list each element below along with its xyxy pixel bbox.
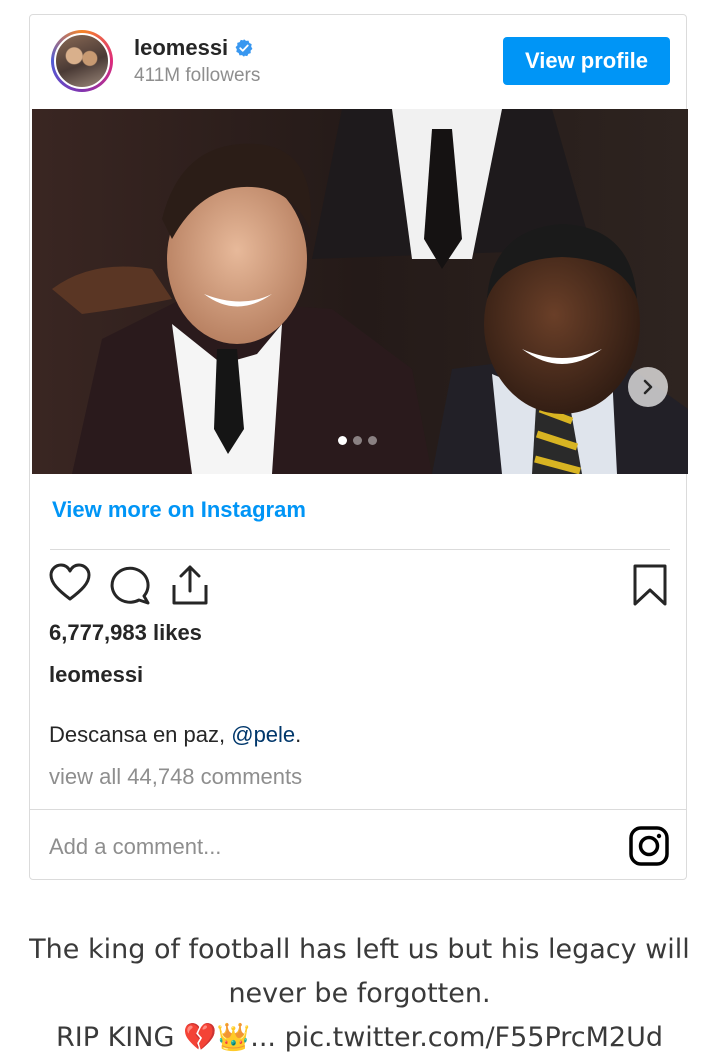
post-photo[interactable] (32, 109, 688, 474)
bookmark-icon[interactable] (632, 563, 668, 607)
caption-mention[interactable]: @pele (231, 722, 295, 747)
view-comments-link[interactable]: view all 44,748 comments (49, 764, 302, 790)
tweet-line: RIP KING 💔👑... pic.twitter.com/F55PrcM2U… (0, 1016, 719, 1060)
tweet-line: never be forgotten. (228, 978, 491, 1009)
post-caption: Descansa en paz, @pele. (49, 722, 301, 748)
share-icon[interactable] (170, 563, 210, 607)
instagram-embed-card: leomessi 411M followers View profile Vie… (29, 14, 688, 880)
caption-end: . (295, 722, 302, 747)
post-header: leomessi 411M followers View profile (30, 15, 686, 109)
follower-count: 411M followers (134, 65, 261, 86)
divider (50, 549, 670, 550)
avatar-story-ring[interactable] (51, 30, 113, 92)
verified-badge-icon (235, 39, 253, 57)
carousel-dot (368, 436, 377, 445)
post-photo-illustration (32, 109, 688, 474)
like-count[interactable]: 6,777,983 likes (49, 620, 202, 646)
caption-text: Descansa en paz, (49, 722, 232, 747)
chevron-right-icon (643, 379, 653, 395)
instagram-logo-icon[interactable] (628, 825, 670, 867)
action-bar (48, 563, 672, 607)
view-more-link[interactable]: View more on Instagram (52, 497, 306, 523)
carousel-dot (338, 436, 347, 445)
comment-bubble-icon[interactable] (108, 563, 152, 605)
tweet-line: The king of football has left us but his… (29, 934, 690, 965)
avatar (54, 33, 110, 89)
username-row: leomessi (134, 35, 254, 61)
divider (30, 809, 686, 810)
tweet-text: The king of football has left us but his… (0, 928, 719, 1060)
tweet-text-segment: RIP KING (56, 1022, 183, 1053)
caption-username[interactable]: leomessi (49, 662, 143, 688)
carousel-next-button[interactable] (628, 367, 668, 407)
carousel-dot (353, 436, 362, 445)
add-comment-input[interactable]: Add a comment... (49, 834, 221, 860)
tweet-emoji: 💔👑 (182, 1022, 251, 1053)
view-profile-button[interactable]: View profile (503, 37, 670, 85)
carousel-indicator (338, 436, 377, 445)
tweet-link[interactable]: ... pic.twitter.com/F55PrcM2Ud (250, 1022, 663, 1053)
heart-icon[interactable] (48, 563, 92, 603)
profile-username[interactable]: leomessi (134, 35, 228, 61)
